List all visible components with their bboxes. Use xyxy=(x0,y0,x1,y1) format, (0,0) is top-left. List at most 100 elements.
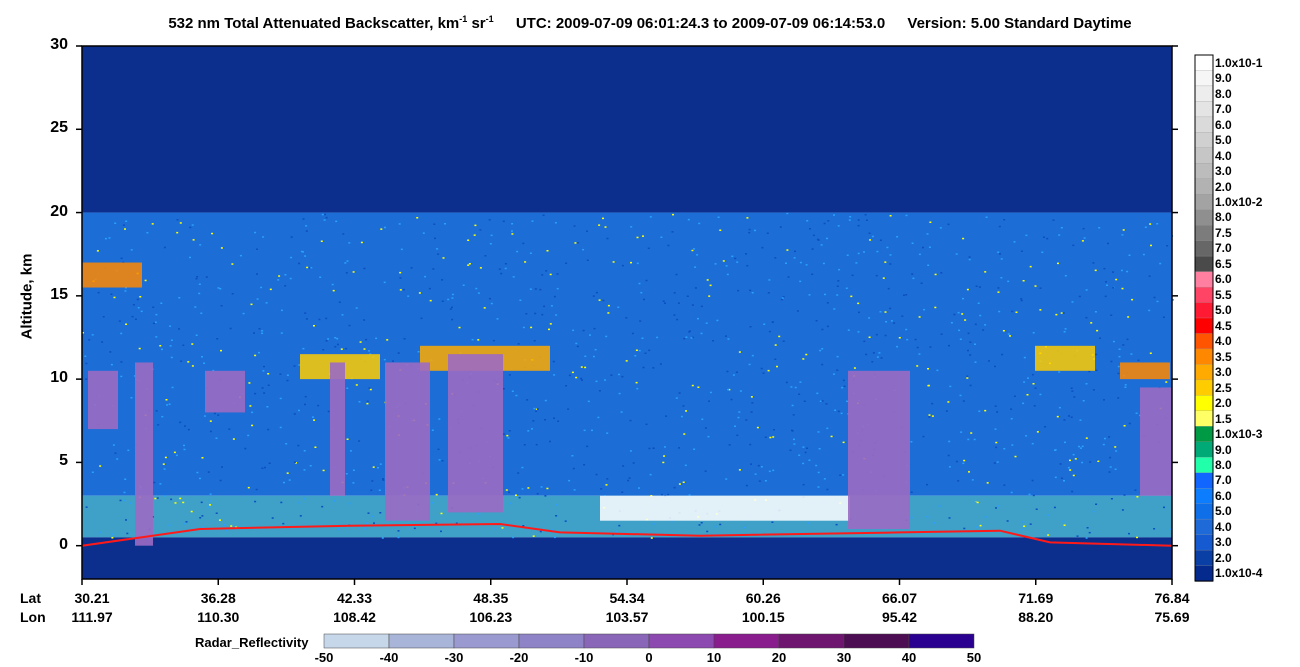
radar-swatch-0 xyxy=(323,633,390,649)
x-tick-lat-1: 36.28 xyxy=(200,590,236,606)
backscatter-colorbar-label-2: 8.0 xyxy=(1215,86,1232,101)
backscatter-colorbar-label-29: 5.0 xyxy=(1215,504,1232,519)
backscatter-colorbar-label-33: 1.0x10-4 xyxy=(1215,566,1263,581)
backscatter-swatch-3 xyxy=(1194,101,1214,118)
backscatter-colorbar-label-22: 2.0 xyxy=(1215,396,1232,411)
backscatter-swatch-19 xyxy=(1194,348,1214,366)
x-tick-lon-1: 110.30 xyxy=(197,609,240,625)
cloud-feature-3 xyxy=(600,495,850,521)
x-tick-lon-8: 75.69 xyxy=(1154,609,1190,625)
troposphere-background xyxy=(82,212,1172,496)
radar-swatch-9 xyxy=(908,633,975,649)
backscatter-colorbar-label-9: 1.0x10-2 xyxy=(1215,194,1263,209)
radar-tick-7: 20 xyxy=(771,650,787,665)
backscatter-colorbar-label-23: 1.5 xyxy=(1215,411,1232,426)
backscatter-colorbar-label-24: 1.0x10-3 xyxy=(1215,427,1263,442)
radar-tick-9: 40 xyxy=(901,650,917,665)
y-tick-label-4: 20 xyxy=(50,202,68,220)
radar-tick-6: 10 xyxy=(706,650,722,665)
backscatter-swatch-7 xyxy=(1194,163,1214,180)
radar-colorbar-title: Radar_Reflectivity xyxy=(195,635,309,650)
backscatter-swatch-31 xyxy=(1194,534,1214,551)
y-tick-label-0: 0 xyxy=(59,535,68,553)
backscatter-colorbar-label-10: 8.0 xyxy=(1215,210,1232,225)
radar-cloud-column-5 xyxy=(448,354,503,513)
backscatter-colorbar-label-32: 2.0 xyxy=(1215,550,1232,565)
backscatter-swatch-13 xyxy=(1194,255,1214,273)
backscatter-colorbar-label-17: 4.5 xyxy=(1215,318,1232,333)
cloud-feature-0 xyxy=(82,262,142,288)
radar-cloud-column-7 xyxy=(1140,387,1172,496)
x-tick-lon-3: 106.23 xyxy=(469,609,513,625)
backscatter-colorbar-label-4: 6.0 xyxy=(1215,117,1232,132)
backscatter-swatch-28 xyxy=(1194,488,1214,505)
backscatter-swatch-15 xyxy=(1194,286,1214,304)
radar-tick-10: 50 xyxy=(966,650,982,665)
backscatter-colorbar-label-16: 5.0 xyxy=(1215,303,1232,318)
backscatter-colorbar-label-21: 2.5 xyxy=(1215,380,1232,395)
backscatter-colorbar-label-7: 3.0 xyxy=(1215,164,1232,179)
backscatter-colorbar-label-3: 7.0 xyxy=(1215,102,1232,117)
backscatter-swatch-32 xyxy=(1194,549,1214,567)
backscatter-swatch-14 xyxy=(1194,271,1214,288)
radar-tick-4: -10 xyxy=(574,650,594,665)
backscatter-swatch-18 xyxy=(1194,333,1214,350)
x-tick-lon-4: 103.57 xyxy=(605,609,649,625)
backscatter-colorbar-label-26: 8.0 xyxy=(1215,457,1232,472)
backscatter-colorbar-label-12: 7.0 xyxy=(1215,241,1232,256)
radar-swatch-7 xyxy=(778,633,845,649)
y-tick-label-2: 10 xyxy=(50,369,68,387)
x-tick-lat-8: 76.84 xyxy=(1154,590,1190,606)
backscatter-colorbar-label-5: 5.0 xyxy=(1215,133,1232,148)
radar-swatch-3 xyxy=(518,633,585,649)
radar-cloud-column-4 xyxy=(385,362,430,521)
backscatter-colorbar-label-15: 5.5 xyxy=(1215,287,1232,302)
backscatter-swatch-27 xyxy=(1194,472,1214,489)
backscatter-colorbar-label-14: 6.0 xyxy=(1215,272,1232,287)
radar-cloud-column-6 xyxy=(848,370,910,530)
radar-cloud-column-3 xyxy=(330,362,345,496)
backscatter-colorbar-label-20: 3.0 xyxy=(1215,365,1232,380)
below-surface-background xyxy=(82,537,1172,579)
backscatter-swatch-23 xyxy=(1194,410,1214,428)
backscatter-colorbar-label-18: 4.0 xyxy=(1215,334,1232,349)
backscatter-colorbar-label-31: 3.0 xyxy=(1215,535,1232,550)
radar-tick-2: -30 xyxy=(444,650,464,665)
lat-row-label: Lat xyxy=(20,590,41,606)
radar-tick-0: -50 xyxy=(314,650,334,665)
cloud-feature-5 xyxy=(1120,362,1170,380)
backscatter-swatch-33 xyxy=(1194,565,1214,582)
x-tick-lon-6: 95.42 xyxy=(881,609,918,625)
backscatter-swatch-10 xyxy=(1194,209,1214,226)
backscatter-colorbar-label-13: 6.5 xyxy=(1215,256,1232,271)
backscatter-colorbar-label-11: 7.5 xyxy=(1215,225,1232,240)
x-tick-lat-6: 66.07 xyxy=(881,590,918,606)
backscatter-colorbar-label-28: 6.0 xyxy=(1215,488,1232,503)
y-tick-label-3: 15 xyxy=(50,285,68,303)
x-tick-lat-4: 54.34 xyxy=(609,590,645,606)
backscatter-colorbar-label-25: 9.0 xyxy=(1215,442,1232,457)
y-tick-label-5: 25 xyxy=(50,119,68,137)
backscatter-colorbar-label-30: 4.0 xyxy=(1215,519,1232,534)
backscatter-swatch-21 xyxy=(1194,379,1214,397)
radar-cloud-column-1 xyxy=(135,362,153,546)
radar-swatch-8 xyxy=(843,633,910,649)
x-tick-lon-2: 108.42 xyxy=(333,609,376,625)
backscatter-swatch-2 xyxy=(1194,85,1214,103)
radar-tick-8: 30 xyxy=(836,650,852,665)
backscatter-colorbar-label-0: 1.0x10-1 xyxy=(1215,55,1263,70)
radar-tick-1: -40 xyxy=(379,650,399,665)
radar-swatch-4 xyxy=(583,633,650,649)
backscatter-swatch-30 xyxy=(1194,518,1214,536)
backscatter-swatch-11 xyxy=(1194,225,1214,242)
backscatter-swatch-24 xyxy=(1194,426,1214,443)
lon-row-label: Lon xyxy=(20,609,46,625)
x-tick-lon-5: 100.15 xyxy=(741,609,785,625)
radar-swatch-2 xyxy=(453,633,520,649)
backscatter-swatch-17 xyxy=(1194,317,1214,335)
backscatter-swatch-8 xyxy=(1194,178,1214,196)
backscatter-swatch-16 xyxy=(1194,302,1214,319)
y-tick-label-1: 5 xyxy=(59,452,68,470)
y-tick-label-6: 30 xyxy=(50,36,68,53)
backscatter-colorbar-label-6: 4.0 xyxy=(1215,148,1232,163)
